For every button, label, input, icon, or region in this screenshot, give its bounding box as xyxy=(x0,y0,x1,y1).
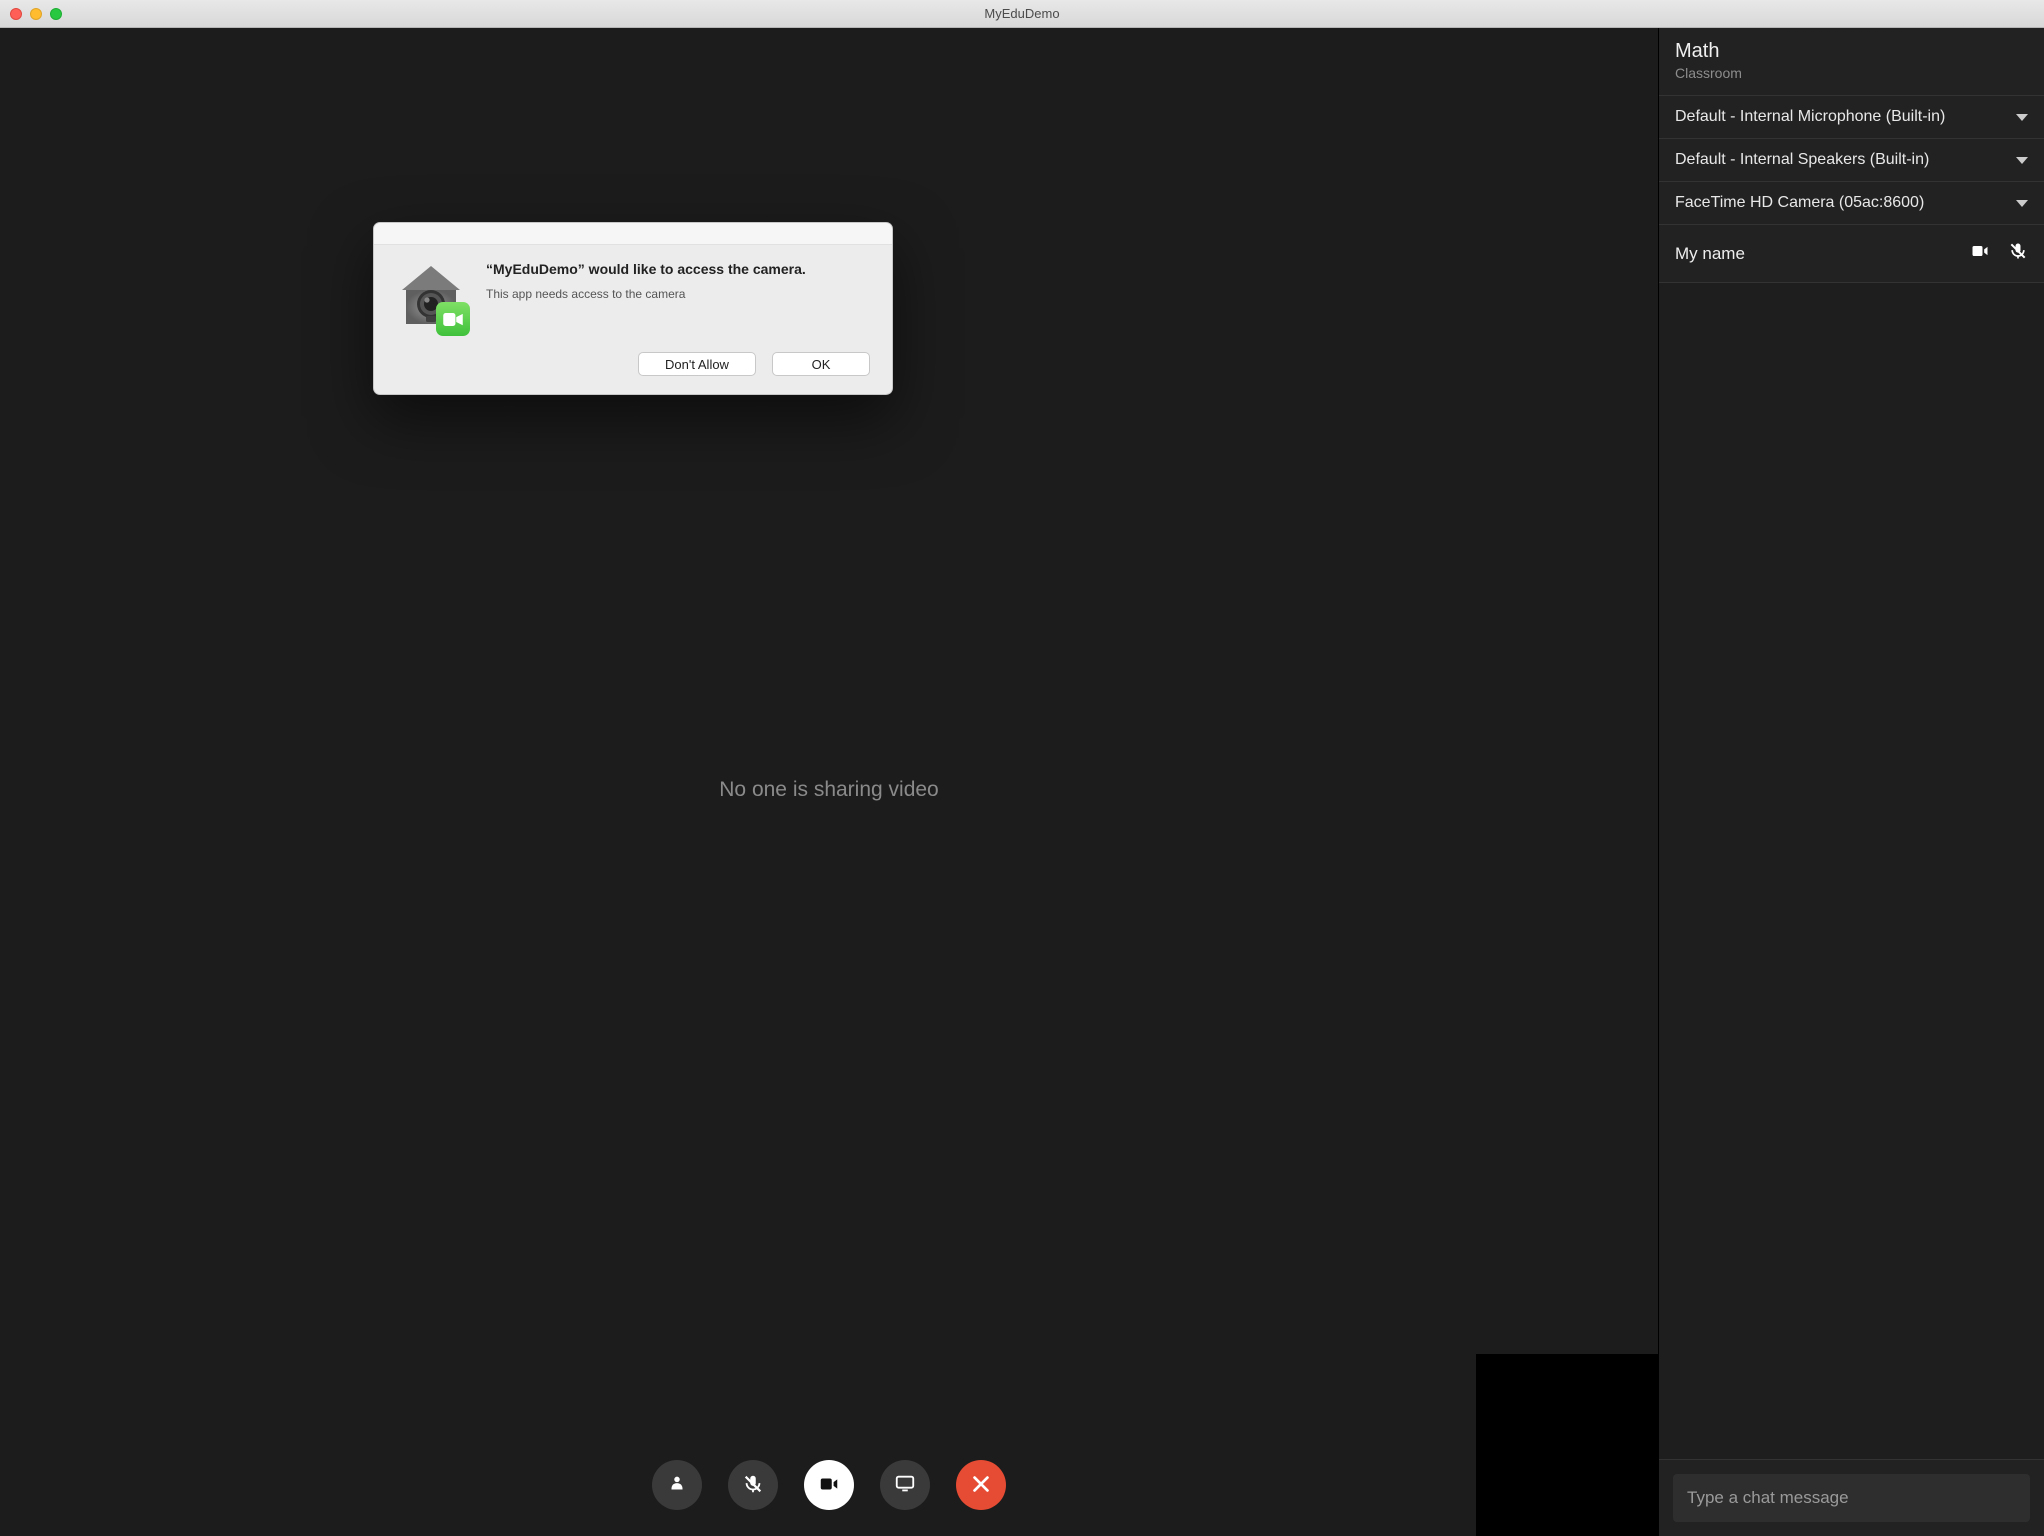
chevron-down-icon xyxy=(2016,114,2028,121)
camera-select[interactable]: FaceTime HD Camera (05ac:8600) xyxy=(1659,182,2044,225)
room-subtitle: Classroom xyxy=(1675,65,2028,81)
dialog-title: “MyEduDemo” would like to access the cam… xyxy=(486,260,806,279)
chat-input-area xyxy=(1659,1460,2044,1536)
participant-row: My name xyxy=(1659,225,2044,283)
toggle-camera-button[interactable] xyxy=(804,1460,854,1510)
window-title: MyEduDemo xyxy=(0,6,2044,21)
facetime-icon xyxy=(436,302,470,336)
titlebar: MyEduDemo xyxy=(0,0,2044,28)
chevron-down-icon xyxy=(2016,157,2028,164)
ok-button[interactable]: OK xyxy=(772,352,870,376)
sidebar-header: Math Classroom xyxy=(1659,28,2044,96)
privacy-icon xyxy=(394,260,468,334)
speaker-select-label: Default - Internal Speakers (Built-in) xyxy=(1675,151,1929,169)
dialog-subtitle: This app needs access to the camera xyxy=(486,287,806,301)
mic-select[interactable]: Default - Internal Microphone (Built-in) xyxy=(1659,96,2044,139)
participant-name: My name xyxy=(1675,244,1745,264)
self-video-thumbnail[interactable] xyxy=(1476,1354,1658,1536)
sidebar: Math Classroom Default - Internal Microp… xyxy=(1659,28,2044,1536)
camera-on-icon xyxy=(1970,241,1990,266)
camera-select-label: FaceTime HD Camera (05ac:8600) xyxy=(1675,194,1924,212)
end-call-button[interactable] xyxy=(956,1460,1006,1510)
chat-log xyxy=(1659,283,2044,1460)
raise-hand-button[interactable] xyxy=(652,1460,702,1510)
dont-allow-button[interactable]: Don't Allow xyxy=(638,352,756,376)
monitor-icon xyxy=(894,1473,916,1498)
call-toolbar xyxy=(652,1460,1006,1510)
camera-permission-dialog: “MyEduDemo” would like to access the cam… xyxy=(373,222,893,395)
room-title: Math xyxy=(1675,40,2028,63)
mute-mic-button[interactable] xyxy=(728,1460,778,1510)
mic-muted-icon xyxy=(2008,241,2028,266)
mic-select-label: Default - Internal Microphone (Built-in) xyxy=(1675,108,1945,126)
person-icon xyxy=(666,1473,688,1498)
speaker-select[interactable]: Default - Internal Speakers (Built-in) xyxy=(1659,139,2044,182)
no-video-label: No one is sharing video xyxy=(719,778,938,802)
camera-icon xyxy=(818,1473,840,1498)
close-icon xyxy=(970,1473,992,1498)
mic-off-icon xyxy=(742,1473,764,1498)
chevron-down-icon xyxy=(2016,200,2028,207)
share-screen-button[interactable] xyxy=(880,1460,930,1510)
chat-input[interactable] xyxy=(1673,1474,2030,1522)
video-area: No one is sharing video xyxy=(0,28,1659,1536)
